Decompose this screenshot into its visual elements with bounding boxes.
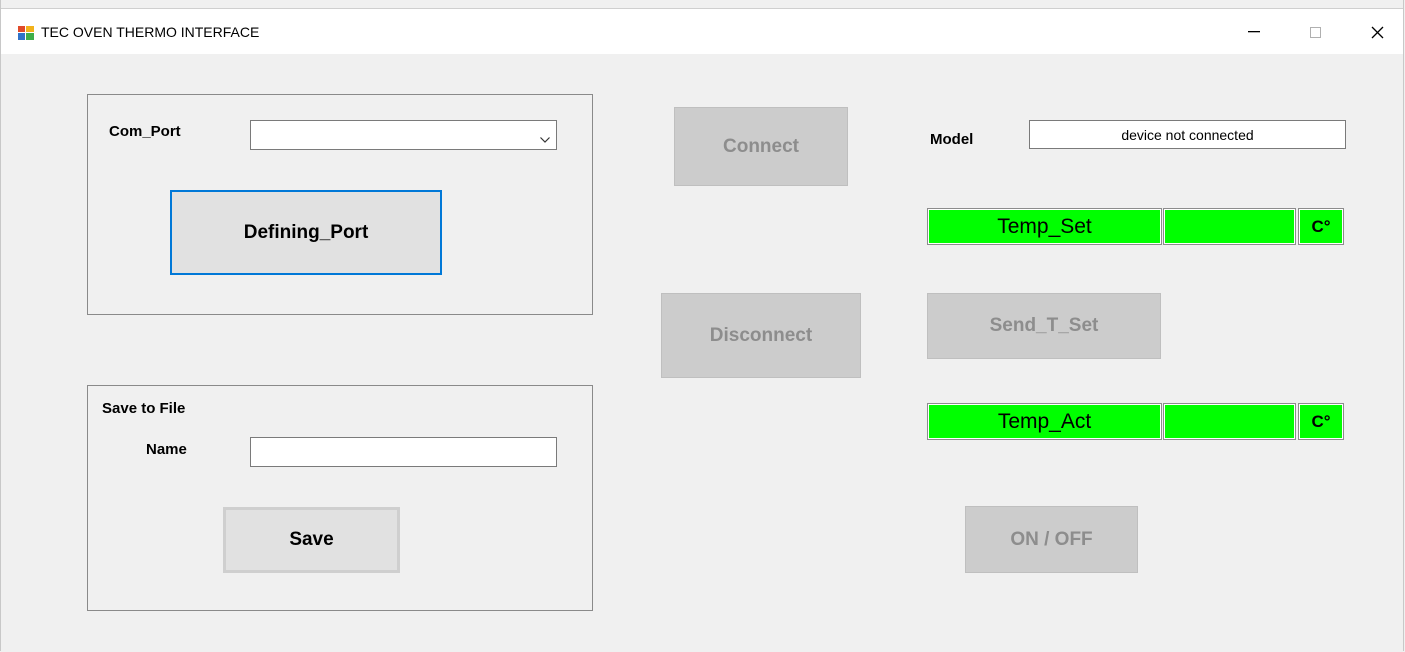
close-icon xyxy=(1371,26,1384,39)
temp-act-value xyxy=(1163,403,1296,440)
chevron-down-icon xyxy=(540,130,550,148)
model-label: Model xyxy=(930,131,974,148)
send-temp-set-button[interactable]: Send_T_Set xyxy=(927,293,1161,359)
com-port-label: Com_Port xyxy=(109,123,181,140)
temp-set-value[interactable] xyxy=(1163,208,1296,245)
minimize-button[interactable] xyxy=(1231,17,1277,47)
model-status-field: device not connected xyxy=(1029,120,1346,149)
app-icon xyxy=(18,26,34,40)
maximize-icon xyxy=(1309,26,1321,38)
temp-set-label: Temp_Set xyxy=(927,208,1162,245)
on-off-button[interactable]: ON / OFF xyxy=(965,506,1138,573)
save-button[interactable]: Save xyxy=(223,507,400,573)
file-name-input[interactable] xyxy=(250,437,557,467)
connect-button[interactable]: Connect xyxy=(674,107,848,186)
disconnect-button[interactable]: Disconnect xyxy=(661,293,861,378)
main-window: TEC OVEN THERMO INTERFACE Com_Port Defin… xyxy=(0,0,1404,651)
save-groupbox-title: Save to File xyxy=(102,400,186,417)
temp-act-unit: C° xyxy=(1298,403,1344,440)
temp-set-unit: C° xyxy=(1298,208,1344,245)
save-groupbox xyxy=(87,385,593,611)
temp-act-label: Temp_Act xyxy=(927,403,1162,440)
window-title: TEC OVEN THERMO INTERFACE xyxy=(41,24,260,40)
maximize-button[interactable] xyxy=(1292,17,1338,47)
minimize-icon xyxy=(1248,31,1260,33)
defining-port-button[interactable]: Defining_Port xyxy=(170,190,442,275)
title-bar: TEC OVEN THERMO INTERFACE xyxy=(1,8,1403,54)
name-label: Name xyxy=(146,441,187,458)
com-port-select[interactable] xyxy=(250,120,557,150)
close-button[interactable] xyxy=(1354,17,1400,47)
